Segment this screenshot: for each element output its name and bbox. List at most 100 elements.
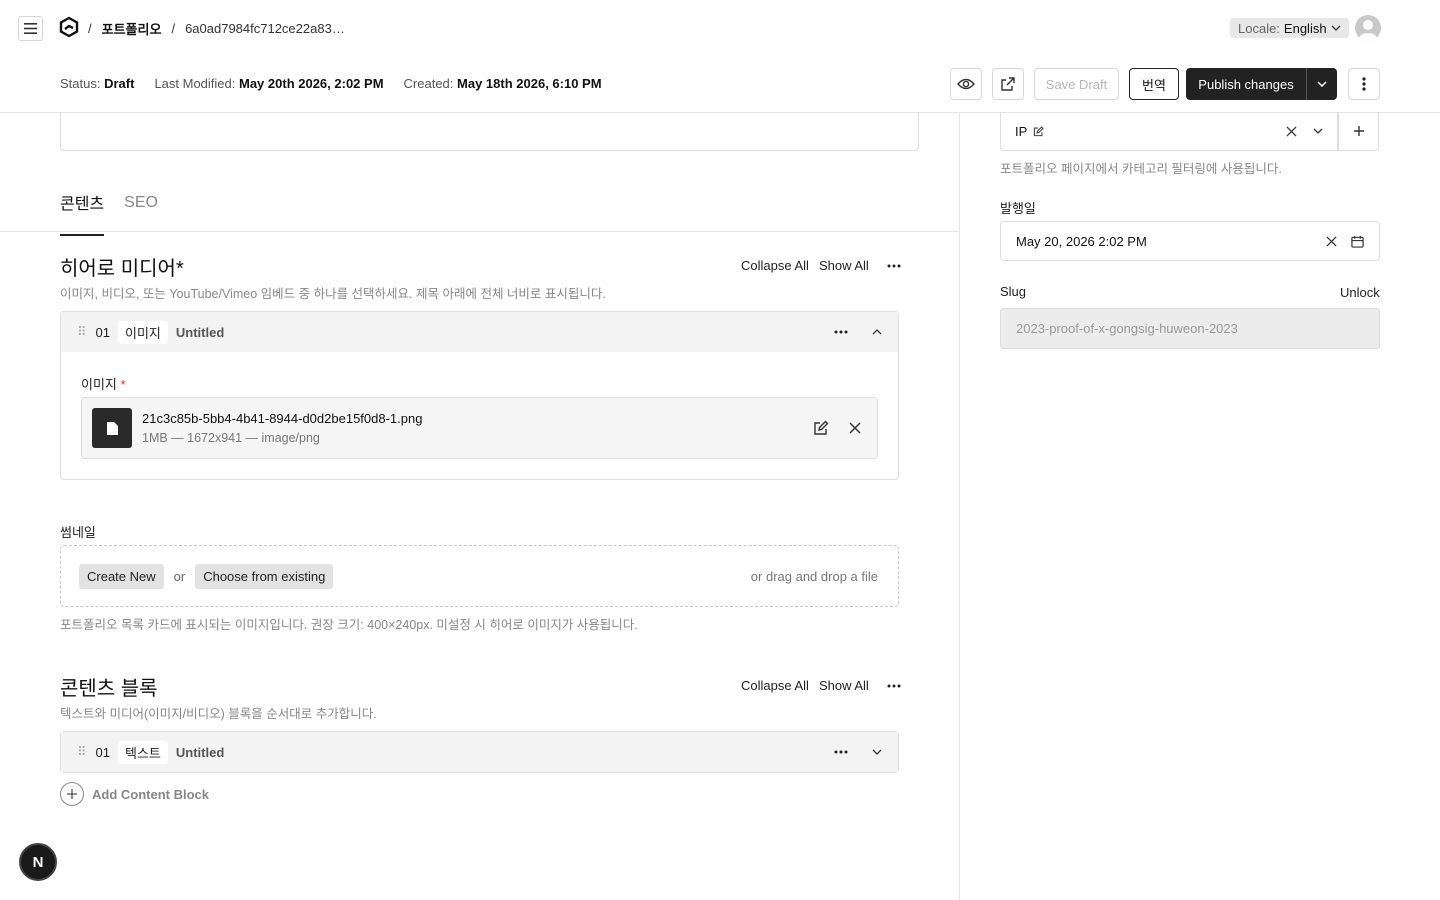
- tab-seo[interactable]: SEO: [124, 194, 158, 232]
- more-dots-icon[interactable]: [887, 264, 901, 268]
- sidebar-divider: [959, 112, 960, 900]
- category-select[interactable]: IP: [1000, 112, 1338, 151]
- document-status-bar: Status: Draft Last Modified: May 20th 20…: [60, 76, 602, 91]
- block-number: 01: [95, 324, 110, 340]
- uploaded-file-card: 21c3c85b-5bb4-4b41-8944-d0d2be15f0d8-1.p…: [81, 397, 878, 459]
- thumbnail-label: 썸네일: [60, 525, 96, 540]
- edit-icon[interactable]: [1033, 125, 1045, 137]
- user-avatar[interactable]: [1355, 15, 1381, 41]
- locale-value: English: [1283, 20, 1327, 36]
- tabs-divider: [0, 231, 959, 232]
- status-info: Status: Draft: [60, 76, 134, 91]
- drag-handle-icon[interactable]: ⠿: [77, 744, 86, 760]
- category-value: IP: [1015, 123, 1028, 139]
- more-dots-icon[interactable]: [834, 750, 848, 754]
- translate-button[interactable]: 번역: [1129, 68, 1179, 100]
- more-dots-icon[interactable]: [887, 684, 901, 688]
- chevron-down-icon[interactable]: [872, 749, 882, 755]
- block-title: Untitled: [175, 324, 225, 340]
- or-text: or: [173, 568, 186, 584]
- collapse-all-button[interactable]: Collapse All: [741, 678, 809, 693]
- chevron-down-icon: [1317, 81, 1327, 87]
- breadcrumb: / 포트폴리오 / 6a0ad7984fc712ce22a83…: [88, 19, 345, 38]
- last-modified-key: Last Modified:: [154, 76, 236, 91]
- publish-options-button[interactable]: [1306, 68, 1337, 100]
- file-thumbnail[interactable]: [92, 408, 132, 448]
- publish-date-picker[interactable]: May 20, 2026 2:02 PM: [1000, 221, 1380, 261]
- close-icon[interactable]: [849, 422, 861, 434]
- app-logo-icon[interactable]: [58, 16, 80, 38]
- edit-icon[interactable]: [813, 420, 829, 436]
- sidebar-toggle-button[interactable]: [18, 16, 43, 41]
- tab-content[interactable]: 콘텐츠: [60, 190, 105, 236]
- block-header[interactable]: ⠿ 01 텍스트 Untitled: [61, 732, 898, 772]
- content-tabs: 콘텐츠 SEO: [60, 190, 158, 236]
- open-live-button[interactable]: [992, 68, 1024, 100]
- created-value: May 18th 2026, 6:10 PM: [457, 76, 602, 91]
- plus-circle-icon: [60, 782, 84, 806]
- slug-label: Slug: [1000, 284, 1027, 299]
- add-content-block-button[interactable]: Add Content Block: [60, 782, 209, 806]
- slug-field: 2023-proof-of-x-gongsig-huweon-2023: [1000, 308, 1380, 349]
- block-type-pill: 텍스트: [118, 740, 168, 764]
- chevron-down-icon[interactable]: [1313, 128, 1323, 134]
- created-key: Created:: [403, 76, 454, 91]
- image-field-label: 이미지 *: [81, 374, 126, 393]
- drag-drop-hint: or drag and drop a file: [750, 568, 878, 584]
- content-blocks-title: 콘텐츠 블록: [60, 678, 158, 700]
- calendar-icon[interactable]: [1351, 235, 1364, 248]
- required-mark: *: [120, 377, 126, 392]
- breadcrumb-document-id: 6a0ad7984fc712ce22a83…: [185, 21, 345, 36]
- slug-unlock-button[interactable]: Unlock: [1340, 285, 1380, 300]
- nextjs-dev-badge[interactable]: N: [19, 843, 57, 881]
- choose-existing-button[interactable]: Choose from existing: [195, 563, 334, 589]
- hero-media-title: 히어로 미디어*: [60, 258, 184, 280]
- locale-label: Locale:: [1238, 20, 1280, 36]
- show-all-button[interactable]: Show All: [819, 678, 869, 693]
- category-description: 포트폴리오 페이지에서 카테고리 필터링에 사용됩니다.: [1000, 162, 1282, 176]
- hero-media-block: ⠿ 01 이미지 Untitled 이미지 * 21c3c85b-5bb4-4b…: [60, 311, 899, 480]
- last-modified-info: Last Modified: May 20th 2026, 2:02 PM: [154, 76, 383, 91]
- document-more-button[interactable]: [1348, 68, 1380, 100]
- content-blocks-description: 텍스트와 미디어(이미지/비디오) 블록을 순서대로 추가합니다.: [60, 707, 377, 721]
- file-info: 21c3c85b-5bb4-4b41-8944-d0d2be15f0d8-1.p…: [142, 411, 422, 445]
- add-category-button[interactable]: [1338, 112, 1379, 151]
- status-value: Draft: [104, 76, 135, 91]
- user-icon: [1359, 20, 1377, 41]
- hero-media-description: 이미지, 비디오, 또는 YouTube/Vimeo 임베드 중 하나를 선택하…: [60, 287, 606, 301]
- breadcrumb-separator: /: [171, 21, 176, 36]
- file-icon: [106, 421, 118, 435]
- locale-selector[interactable]: Locale: English: [1230, 18, 1349, 38]
- drag-handle-icon[interactable]: ⠿: [77, 324, 86, 340]
- save-draft-button[interactable]: Save Draft: [1034, 68, 1119, 100]
- thumbnail-upload-dropzone[interactable]: Create New or Choose from existing or dr…: [60, 545, 899, 607]
- chevron-up-icon[interactable]: [872, 329, 882, 335]
- more-dots-icon[interactable]: [834, 330, 848, 334]
- file-meta: 1MB — 1672x941 — image/png: [142, 431, 320, 445]
- thumbnail-description: 포트폴리오 목록 카드에 표시되는 이미지입니다. 권장 크기: 400×240…: [60, 618, 638, 632]
- publish-date-value: May 20, 2026 2:02 PM: [1016, 233, 1147, 249]
- collapse-all-button[interactable]: Collapse All: [741, 258, 809, 273]
- eye-icon: [957, 78, 975, 90]
- show-all-button[interactable]: Show All: [819, 258, 869, 273]
- clear-icon[interactable]: [1326, 235, 1337, 247]
- create-new-button[interactable]: Create New: [79, 563, 164, 589]
- external-link-icon: [1001, 77, 1015, 91]
- plus-icon: [1353, 126, 1364, 136]
- content-block: ⠿ 01 텍스트 Untitled: [60, 731, 899, 773]
- block-number: 01: [95, 744, 110, 760]
- add-content-block-label: Add Content Block: [92, 786, 209, 802]
- title-field-fragment[interactable]: [60, 112, 919, 151]
- block-type-pill: 이미지: [118, 320, 168, 344]
- preview-button[interactable]: [950, 68, 982, 100]
- chevron-down-icon: [1331, 25, 1341, 31]
- clear-icon[interactable]: [1286, 125, 1297, 137]
- content-blocks-actions: Collapse All Show All: [741, 678, 901, 693]
- publish-changes-button[interactable]: Publish changes: [1186, 68, 1306, 100]
- file-name[interactable]: 21c3c85b-5bb4-4b41-8944-d0d2be15f0d8-1.p…: [142, 411, 422, 426]
- block-header[interactable]: ⠿ 01 이미지 Untitled: [61, 312, 898, 352]
- breadcrumb-collection-link[interactable]: 포트폴리오: [102, 19, 162, 38]
- publish-date-label: 발행일: [1000, 201, 1036, 216]
- hero-actions: Collapse All Show All: [741, 258, 901, 273]
- hamburger-icon: [24, 23, 37, 34]
